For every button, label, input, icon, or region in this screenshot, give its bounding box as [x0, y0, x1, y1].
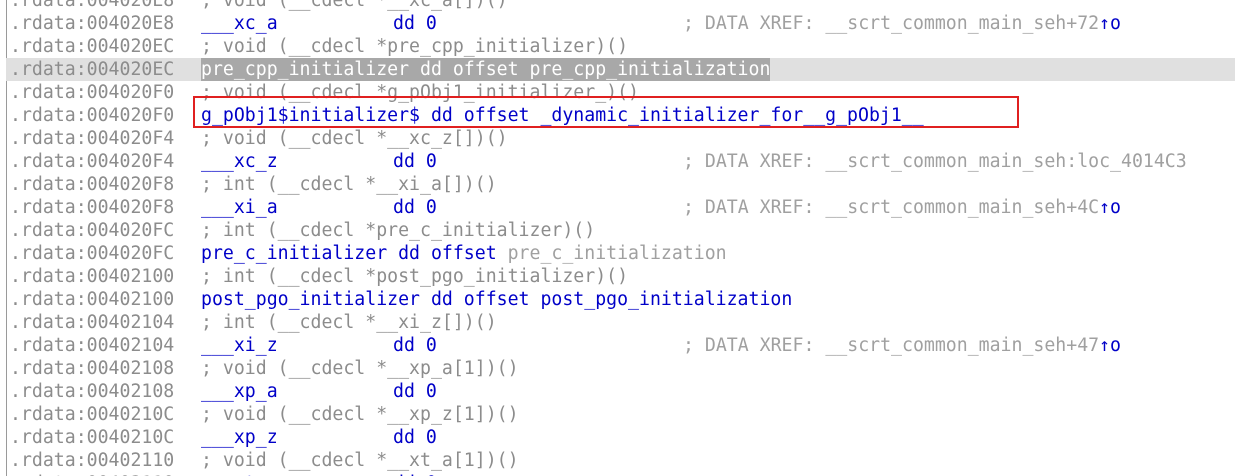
- xref-comment[interactable]: ; DATA XREF: __scrt_common_main_seh+47↑o: [683, 334, 1121, 357]
- data-directive[interactable]: dd 0: [393, 12, 437, 35]
- line-comment: ; int (__cdecl *pre_c_initializer)(): [201, 220, 596, 241]
- line-comment: ; void (__cdecl *__xc_a[])(): [201, 0, 508, 11]
- data-directive[interactable]: dd 0: [393, 150, 437, 173]
- code-text[interactable]: g_pObj1$initializer$ dd offset _dynamic_…: [201, 104, 924, 127]
- listing-line[interactable]: .rdata:004020E8 ___xc_a dd 0 ; DATA XREF: _…: [0, 12, 1235, 35]
- line-address[interactable]: .rdata:00402108: [10, 380, 174, 403]
- listing-line[interactable]: .rdata:00402108 ; void (__cdecl *__xp_a[1…: [0, 357, 1235, 380]
- line-address[interactable]: .rdata:0040210C: [10, 403, 174, 426]
- line-comment: ; void (__cdecl *__xp_z[1])(): [201, 404, 519, 425]
- line-address[interactable]: .rdata:004020F0: [10, 81, 174, 104]
- line-address[interactable]: .rdata:004020E8: [10, 12, 174, 35]
- listing-line[interactable]: .rdata:004020FC ; int (__cdecl *pre_c_ini…: [0, 219, 1235, 242]
- code-text[interactable]: pre_c_initializer dd offset pre_c_initia…: [201, 242, 727, 265]
- data-directive[interactable]: dd 0: [393, 426, 437, 449]
- line-address[interactable]: .rdata:004020F8: [10, 196, 174, 219]
- disassembly-listing[interactable]: .rdata:004020E8 ; void (__cdecl *__xc_a[]…: [0, 0, 1235, 476]
- line-comment: ; int (__cdecl *__xi_z[])(): [201, 312, 497, 333]
- listing-line[interactable]: .rdata:004020F8 ; int (__cdecl *__xi_a[])…: [0, 173, 1235, 196]
- line-address[interactable]: .rdata:00402104: [10, 311, 174, 334]
- line-comment: ; void (__cdecl *__xp_a[1])(): [201, 358, 519, 379]
- line-address[interactable]: .rdata:0040210C: [10, 426, 174, 449]
- listing-line[interactable]: .rdata:00402100 post_pgo_initializer dd o…: [0, 288, 1235, 311]
- line-address[interactable]: .rdata:00402110: [10, 472, 174, 476]
- line-address[interactable]: .rdata:004020EC: [10, 35, 174, 58]
- xref-text: ; DATA XREF: __scrt_common_main_seh:loc_…: [683, 151, 1187, 172]
- line-address[interactable]: .rdata:004020F4: [10, 150, 174, 173]
- line-address[interactable]: .rdata:004020FC: [10, 219, 174, 242]
- listing-line-boxed[interactable]: .rdata:004020F0 g_pObj1$initializer$ dd o…: [0, 104, 1235, 127]
- line-address[interactable]: .rdata:004020E8: [10, 0, 174, 12]
- data-directive[interactable]: dd 0: [393, 472, 437, 476]
- code-prefix: pre_c_initializer dd offset: [201, 243, 508, 264]
- listing-line[interactable]: .rdata:00402104 ___xi_z dd 0 ; DATA XREF: _…: [0, 334, 1235, 357]
- xref-comment[interactable]: ; DATA XREF: __scrt_common_main_seh+4C↑o: [683, 196, 1121, 219]
- line-comment: ; void (__cdecl *g_pObj1_initializer_)(): [201, 82, 639, 103]
- listing-line[interactable]: .rdata:0040210C ___xp_z dd 0: [0, 426, 1235, 449]
- data-label[interactable]: ___xt_a: [201, 472, 278, 476]
- line-address[interactable]: .rdata:004020FC: [10, 242, 174, 265]
- disassembly-view[interactable]: .rdata:004020E8 ; void (__cdecl *__xc_a[]…: [0, 0, 1235, 476]
- listing-line[interactable]: .rdata:004020E8 ; void (__cdecl *__xc_a[]…: [0, 0, 1235, 12]
- data-label[interactable]: ___xc_z: [201, 150, 278, 173]
- xref-text: ; DATA XREF: __scrt_common_main_seh+4C: [683, 197, 1100, 218]
- line-comment: ; void (__cdecl *pre_cpp_initializer)(): [201, 36, 629, 57]
- listing-line[interactable]: .rdata:00402100 ; int (__cdecl *post_pgo_…: [0, 265, 1235, 288]
- data-label[interactable]: ___xp_z: [201, 426, 278, 449]
- xref-type: o: [1110, 335, 1121, 356]
- xref-type: o: [1110, 197, 1121, 218]
- data-label[interactable]: ___xi_a: [201, 196, 278, 219]
- listing-line[interactable]: .rdata:00402104 ; int (__cdecl *__xi_z[])…: [0, 311, 1235, 334]
- xref-comment[interactable]: ; DATA XREF: __scrt_common_main_seh+72↑o: [683, 12, 1121, 35]
- listing-line[interactable]: .rdata:004020F0 ; void (__cdecl *g_pObj1_…: [0, 81, 1235, 104]
- line-comment: ; int (__cdecl *post_pgo_initializer)(): [201, 266, 629, 287]
- line-address[interactable]: .rdata:004020F0: [10, 104, 174, 127]
- data-directive[interactable]: dd 0: [393, 196, 437, 219]
- listing-line[interactable]: .rdata:004020F8 ___xi_a dd 0 ; DATA XREF: _…: [0, 196, 1235, 219]
- xref-comment[interactable]: ; DATA XREF: __scrt_common_main_seh:loc_…: [683, 150, 1187, 173]
- xref-text: ; DATA XREF: __scrt_common_main_seh+47: [683, 335, 1100, 356]
- line-address[interactable]: .rdata:004020EC: [10, 58, 174, 81]
- listing-line[interactable]: .rdata:004020EC ; void (__cdecl *pre_cpp_…: [0, 35, 1235, 58]
- line-address[interactable]: .rdata:004020F4: [10, 127, 174, 150]
- data-label[interactable]: ___xi_z: [201, 334, 278, 357]
- xref-up-arrow-icon: ↑: [1099, 13, 1111, 34]
- line-address[interactable]: .rdata:00402100: [10, 265, 174, 288]
- listing-line[interactable]: .rdata:00402110 ; void (__cdecl *__xt_a[1…: [0, 449, 1235, 472]
- line-address[interactable]: .rdata:00402110: [10, 449, 174, 472]
- listing-line[interactable]: .rdata:00402108 ___xp_a dd 0: [0, 380, 1235, 403]
- listing-line[interactable]: .rdata:004020F4 ; void (__cdecl *__xc_z[]…: [0, 127, 1235, 150]
- listing-line-highlighted[interactable]: .rdata:004020EC pre_cpp_initializer dd of…: [0, 58, 1235, 81]
- offset-target[interactable]: pre_c_initialization: [508, 243, 727, 264]
- data-directive[interactable]: dd 0: [393, 334, 437, 357]
- code-text[interactable]: pre_cpp_initializer dd offset pre_cpp_in…: [201, 58, 771, 81]
- line-address[interactable]: .rdata:00402100: [10, 288, 174, 311]
- data-label[interactable]: ___xc_a: [201, 12, 278, 35]
- listing-line[interactable]: .rdata:004020F4 ___xc_z dd 0 ; DATA XREF: _…: [0, 150, 1235, 173]
- line-comment: ; void (__cdecl *__xt_a[1])(): [201, 450, 519, 471]
- xref-up-arrow-icon: ↑: [1099, 335, 1111, 356]
- line-address[interactable]: .rdata:004020F8: [10, 173, 174, 196]
- data-label[interactable]: ___xp_a: [201, 380, 278, 403]
- line-comment: ; void (__cdecl *__xc_z[])(): [201, 128, 508, 149]
- xref-text: ; DATA XREF: __scrt_common_main_seh+72: [683, 13, 1100, 34]
- data-directive[interactable]: dd 0: [393, 380, 437, 403]
- line-address[interactable]: .rdata:00402104: [10, 334, 174, 357]
- xref-up-arrow-icon: ↑: [1099, 197, 1111, 218]
- listing-line[interactable]: .rdata:0040210C ; void (__cdecl *__xp_z[1…: [0, 403, 1235, 426]
- listing-line[interactable]: .rdata:00402110 ___xt_a dd 0: [0, 472, 1235, 476]
- xref-type: o: [1110, 13, 1121, 34]
- line-comment: ; int (__cdecl *__xi_a[])(): [201, 174, 497, 195]
- listing-line[interactable]: .rdata:004020FC pre_c_initializer dd offs…: [0, 242, 1235, 265]
- code-text[interactable]: post_pgo_initializer dd offset post_pgo_…: [201, 288, 792, 311]
- line-address[interactable]: .rdata:00402108: [10, 357, 174, 380]
